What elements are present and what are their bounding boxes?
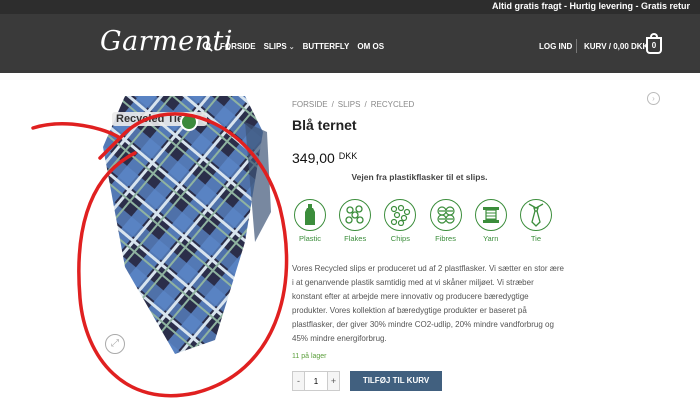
process-step-chips: Chips <box>382 199 418 243</box>
zoom-icon[interactable]: ⤢ <box>105 334 125 354</box>
chips-icon <box>391 204 411 226</box>
product-price: 349,00 DKK <box>292 150 357 166</box>
nav-item-forside[interactable]: FORSIDE <box>220 42 256 51</box>
recycle-badge-icon <box>180 113 198 131</box>
bottle-icon <box>305 204 315 225</box>
flakes-icon <box>345 205 364 224</box>
price-currency: DKK <box>338 151 358 161</box>
breadcrumb-separator: / <box>331 100 334 109</box>
process-step-label: Flakes <box>344 234 367 243</box>
quantity-input[interactable] <box>304 372 328 390</box>
process-step-label: Yarn <box>483 234 499 243</box>
add-to-cart-button[interactable]: TILFØJ TIL KURV <box>350 371 442 391</box>
price-amount: 349,00 <box>292 150 335 166</box>
breadcrumb-forside[interactable]: FORSIDE <box>292 100 328 109</box>
process-step-yarn: Yarn <box>473 199 509 243</box>
header-divider <box>576 39 577 53</box>
site-header: Garmenti FORSIDE SLIPS ⌄ BUTTERFLY OM OS … <box>0 14 700 73</box>
breadcrumb: FORSIDE / SLIPS / RECYCLED <box>292 100 414 109</box>
main-nav: FORSIDE SLIPS ⌄ BUTTERFLY OM OS <box>220 42 384 51</box>
process-step-plastic: Plastic <box>292 199 328 243</box>
process-step-label: Fibres <box>435 234 456 243</box>
nav-item-slips[interactable]: SLIPS ⌄ <box>264 42 295 51</box>
quantity-stepper: - + <box>292 371 340 391</box>
process-step-label: Plastic <box>298 234 322 243</box>
quantity-plus-button[interactable]: + <box>328 372 339 390</box>
process-step-fibres: Fibres <box>428 199 464 243</box>
stock-status: 11 på lager <box>292 353 327 360</box>
process-step-label: Chips <box>390 234 410 243</box>
nav-item-om-os[interactable]: OM OS <box>357 42 384 51</box>
site-logo[interactable]: Garmenti <box>100 26 233 57</box>
recycling-process: Plastic Flakes Chips Fibres Yarn Tie <box>292 199 554 243</box>
search-icon[interactable] <box>202 41 213 52</box>
breadcrumb-separator: / <box>364 100 367 109</box>
process-step-flakes: Flakes <box>337 199 373 243</box>
yarn-icon <box>482 207 499 223</box>
quantity-minus-button[interactable]: - <box>293 372 304 390</box>
process-step-label: Tie <box>530 234 541 243</box>
login-link[interactable]: LOG IND <box>539 42 572 51</box>
breadcrumb-slips[interactable]: SLIPS <box>338 100 361 109</box>
product-image[interactable] <box>95 92 275 354</box>
process-step-tie: Tie <box>518 199 554 243</box>
tie-icon <box>528 203 544 227</box>
cart-count-badge[interactable]: 0 <box>646 37 662 54</box>
cart-link[interactable]: KURV / 0,00 DKK <box>584 42 648 51</box>
product-description: Vores Recycled slips er produceret ud af… <box>292 264 564 343</box>
product-title: Blå ternet <box>292 117 357 133</box>
breadcrumb-recycled[interactable]: RECYCLED <box>371 100 415 109</box>
product-tagline: Vejen fra plastikflasker til et slips. <box>351 172 488 182</box>
nav-item-butterfly[interactable]: BUTTERFLY <box>303 42 350 51</box>
fibres-icon <box>436 206 455 224</box>
next-product-icon[interactable]: › <box>647 92 660 105</box>
announcement-bar: Altid gratis fragt - Hurtig levering - G… <box>0 0 700 14</box>
announcement-text: Altid gratis fragt - Hurtig levering - G… <box>491 1 690 11</box>
chevron-down-icon: ⌄ <box>288 43 295 51</box>
